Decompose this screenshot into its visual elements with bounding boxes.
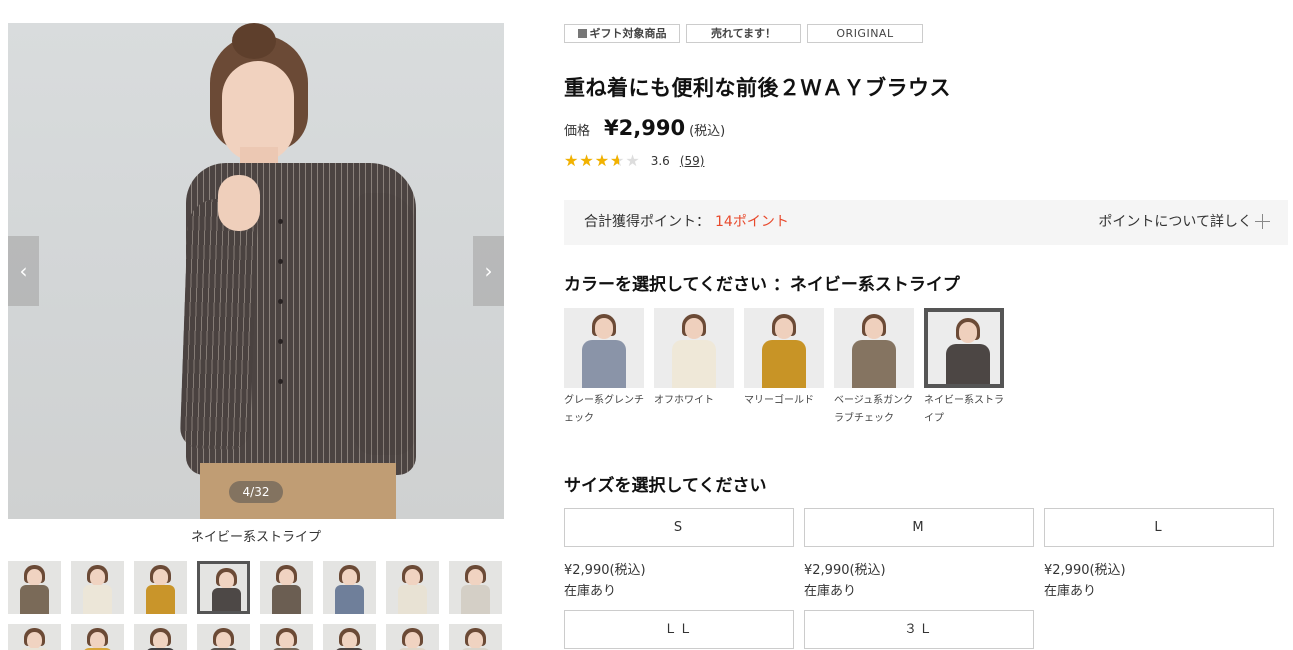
rating-score: 3.6 <box>650 153 670 168</box>
gallery-prev-button[interactable]: ‹ <box>8 236 39 306</box>
color-option-label: ベージュ系ガンクラブチェック <box>834 395 914 424</box>
image-caption: ネイビー系ストライプ <box>190 530 321 545</box>
color-option-image <box>834 308 914 388</box>
color-option[interactable]: ベージュ系ガンクラブチェック <box>834 308 914 428</box>
thumbnail[interactable] <box>71 624 124 650</box>
size-price: ¥2,990(税込) <box>1044 563 1126 578</box>
thumbnail[interactable] <box>8 561 61 614</box>
color-option[interactable]: ネイビー系ストライプ <box>924 308 1004 428</box>
size-price: ¥2,990(税込) <box>804 563 886 578</box>
size-stock: 在庫あり <box>1044 584 1097 599</box>
color-option[interactable]: グレー系グレンチェック <box>564 308 644 428</box>
chevron-left-icon: ‹ <box>19 259 28 283</box>
thumbnail[interactable] <box>197 624 250 650</box>
size-option-button[interactable]: L <box>1044 508 1274 547</box>
thumbnail[interactable] <box>134 561 187 614</box>
thumbnail[interactable] <box>197 561 250 614</box>
size-stock: 在庫あり <box>564 584 617 599</box>
points-box: 合計獲得ポイント： 14ポイント ポイントについて詳しく <box>564 200 1288 245</box>
size-price: ¥2,990(税込) <box>564 563 646 578</box>
color-option-label: オフホワイト <box>654 395 714 406</box>
chevron-right-icon: › <box>484 259 493 283</box>
color-option-image <box>744 308 824 388</box>
gift-badge: ギフト対象商品 <box>564 24 680 43</box>
size-option-button[interactable]: S <box>564 508 794 547</box>
size-heading: サイズを選択してください <box>564 476 767 496</box>
plus-icon[interactable] <box>1255 214 1270 229</box>
color-heading: カラーを選択してください ：ネイビー系ストライプ <box>564 275 960 295</box>
color-option-label: マリーゴールド <box>744 395 814 406</box>
color-option-image <box>564 308 644 388</box>
size-stock: 在庫あり <box>804 584 857 599</box>
size-option-button[interactable]: M <box>804 508 1034 547</box>
image-counter: 4/32 <box>229 481 283 503</box>
color-option-image <box>654 308 734 388</box>
thumbnail[interactable] <box>386 561 439 614</box>
size-option-button[interactable]: ３Ｌ <box>804 610 1034 649</box>
main-product-image[interactable] <box>8 23 504 519</box>
points-label: 合計獲得ポイント： <box>584 214 710 230</box>
color-option-label: グレー系グレンチェック <box>564 395 644 424</box>
gift-icon <box>577 29 587 38</box>
thumbnail[interactable] <box>323 624 376 650</box>
color-option-image <box>924 308 1004 388</box>
review-count-link[interactable]: (59) <box>680 154 705 168</box>
rating-row: ★★★★★ ★★★★★ 3.6 (59) <box>564 151 704 170</box>
thumbnail[interactable] <box>449 624 502 650</box>
gallery-next-button[interactable]: › <box>473 236 504 306</box>
thumbnail[interactable] <box>323 561 376 614</box>
points-details-link[interactable]: ポイントについて詳しく <box>1098 200 1252 245</box>
product-title: 重ね着にも便利な前後２ＷＡＹブラウス <box>564 76 951 100</box>
original-badge: ORIGINAL <box>807 24 923 43</box>
price-tax: (税込) <box>689 124 726 139</box>
price-value: ¥2,990 <box>604 116 686 140</box>
size-option-button[interactable]: ＬＬ <box>564 610 794 649</box>
thumbnail[interactable] <box>260 561 313 614</box>
color-option[interactable]: マリーゴールド <box>744 308 824 410</box>
badge-list: ギフト対象商品 売れてます！ ORIGINAL <box>564 24 923 43</box>
price-label: 価格 <box>564 124 591 139</box>
thumbnail[interactable] <box>260 624 313 650</box>
thumbnail[interactable] <box>134 624 187 650</box>
color-option[interactable]: オフホワイト <box>654 308 734 410</box>
bestseller-badge: 売れてます！ <box>686 24 801 43</box>
thumbnail[interactable] <box>8 624 61 650</box>
thumbnail[interactable] <box>71 561 124 614</box>
color-option-label: ネイビー系ストライプ <box>924 395 1004 424</box>
points-value: 14ポイント <box>715 214 789 230</box>
thumbnail[interactable] <box>386 624 439 650</box>
rating-stars: ★★★★★ ★★★★★ <box>564 151 641 170</box>
price-row: 価格 ¥2,990 (税込) <box>564 116 725 140</box>
thumbnail[interactable] <box>449 561 502 614</box>
